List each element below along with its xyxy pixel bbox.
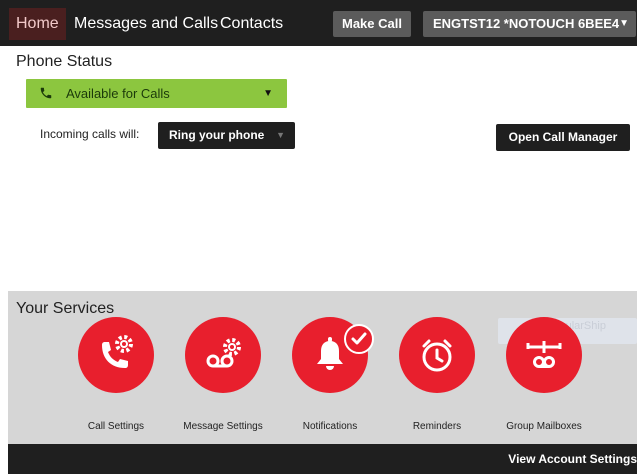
service-label: Notifications (302, 421, 358, 432)
view-account-settings-link[interactable]: View Account Settings (508, 452, 637, 466)
service-reminders[interactable]: Reminders (387, 317, 487, 432)
open-call-manager-button[interactable]: Open Call Manager (496, 124, 630, 151)
account-menu-button[interactable]: ENGTST12 *NOTOUCH 6BEE4 ▼ (423, 11, 636, 37)
phone-status-title: Phone Status (16, 53, 113, 70)
check-badge-icon (344, 324, 374, 354)
availability-dropdown[interactable]: Available for Calls ▼ (26, 79, 287, 108)
nav-home-tab[interactable]: Home (9, 8, 66, 40)
make-call-button[interactable]: Make Call (333, 11, 411, 37)
chevron-down-icon: ▼ (263, 88, 273, 99)
account-name: ENGTST12 *NOTOUCH 6BEE4 (433, 16, 620, 31)
phone-icon (40, 87, 52, 99)
nav-messages-calls-tab[interactable]: Messages and Calls (74, 8, 218, 40)
service-group-mailboxes[interactable]: Group Mailboxes (494, 317, 594, 432)
service-label: Group Mailboxes (506, 421, 582, 432)
service-message-settings[interactable]: Message Settings (173, 317, 273, 432)
incoming-calls-dropdown[interactable]: Ring your phone ▼ (158, 122, 295, 149)
group-mailbox-icon (506, 317, 582, 393)
service-label: Reminders (412, 421, 462, 432)
availability-label: Available for Calls (66, 86, 170, 101)
voicemail-settings-icon (185, 317, 261, 393)
services-title: Your Services (16, 300, 115, 317)
service-label: Message Settings (183, 421, 263, 432)
incoming-calls-value: Ring your phone (169, 128, 265, 142)
chevron-down-icon: ▼ (276, 130, 285, 140)
call-settings-icon (78, 317, 154, 393)
nav-contacts-tab[interactable]: Contacts (220, 8, 283, 40)
service-label: Call Settings (87, 421, 145, 432)
chevron-down-icon: ▼ (619, 18, 629, 29)
service-call-settings[interactable]: Call Settings (66, 317, 166, 432)
incoming-calls-label: Incoming calls will: (40, 127, 140, 141)
alarm-clock-icon (399, 317, 475, 393)
